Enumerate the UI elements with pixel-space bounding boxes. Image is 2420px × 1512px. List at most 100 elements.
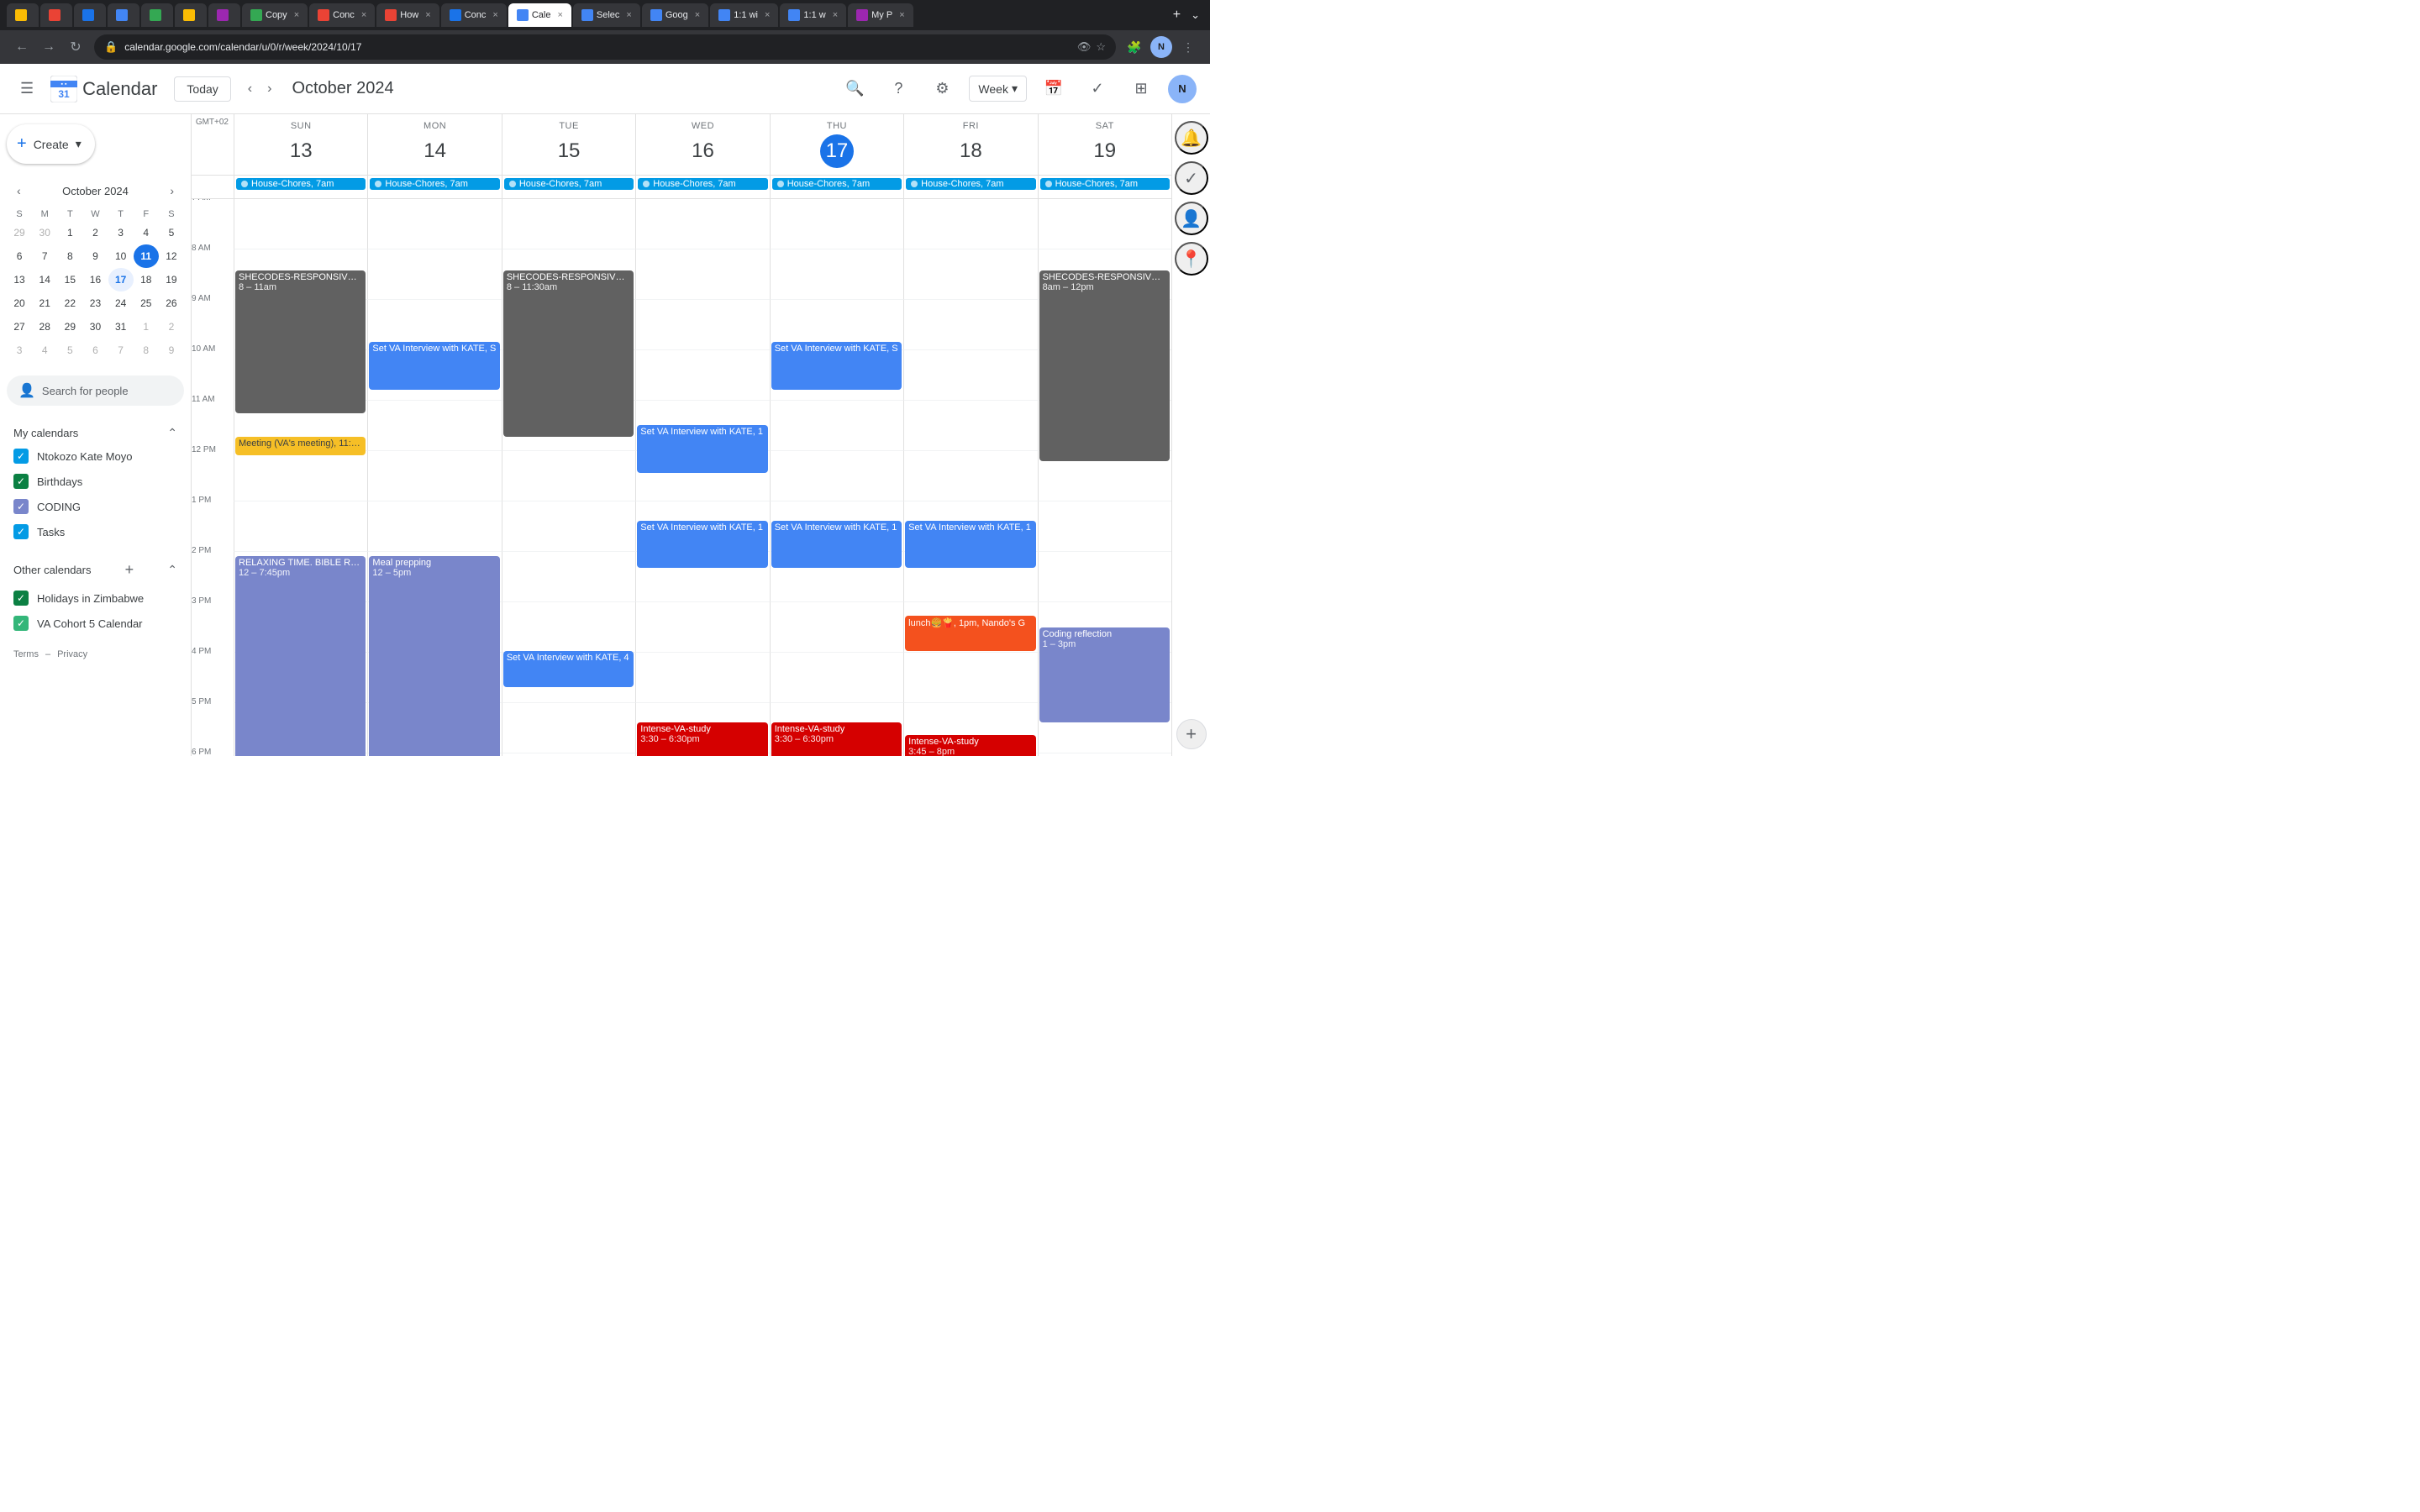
mini-cal-day[interactable]: 16 bbox=[82, 268, 108, 291]
mini-cal-day[interactable]: 1 bbox=[134, 315, 159, 339]
browser-tab-8[interactable]: Conc× bbox=[309, 3, 375, 27]
mini-cal-day[interactable]: 26 bbox=[159, 291, 184, 315]
browser-tab-15[interactable]: 1:1 w× bbox=[780, 3, 846, 27]
mini-cal-day[interactable]: 7 bbox=[32, 244, 57, 268]
browser-tab-7[interactable]: Copy× bbox=[242, 3, 308, 27]
browser-tab-6[interactable] bbox=[208, 3, 240, 27]
mini-cal-day[interactable]: 25 bbox=[134, 291, 159, 315]
day-number-0[interactable]: 13 bbox=[284, 134, 318, 168]
mini-cal-day[interactable]: 6 bbox=[7, 244, 32, 268]
mini-cal-day[interactable]: 18 bbox=[134, 268, 159, 291]
event-block-sat-1[interactable]: Coding reflection1 – 3pm bbox=[1039, 627, 1170, 722]
mini-cal-day[interactable]: 13 bbox=[7, 268, 32, 291]
event-block-thu-0[interactable]: Set VA Interview with KATE, S bbox=[771, 342, 902, 390]
search-button[interactable]: 🔍 bbox=[838, 72, 871, 106]
time-cell-5-2[interactable] bbox=[502, 451, 635, 501]
browser-tab-2[interactable] bbox=[74, 3, 106, 27]
browser-tab-13[interactable]: Goog× bbox=[642, 3, 708, 27]
search-people-bar[interactable]: 👤 Search for people bbox=[7, 375, 184, 406]
time-grid-scroll[interactable]: 7 AM8 AM9 AM10 AM11 AM12 PM1 PM2 PM3 PM4… bbox=[192, 199, 1171, 756]
event-block-wed-1[interactable]: Set VA Interview with KATE, 1 bbox=[637, 521, 767, 569]
event-block-mon-1[interactable]: Meal prepping12 – 5pm bbox=[369, 556, 499, 756]
allday-event-thu-0[interactable]: House-Chores, 7am bbox=[772, 178, 902, 190]
mini-cal-day[interactable]: 9 bbox=[159, 339, 184, 362]
time-cell-8-3[interactable] bbox=[635, 602, 769, 653]
time-cell-6-2[interactable] bbox=[502, 501, 635, 552]
time-cell-5-4[interactable] bbox=[770, 451, 903, 501]
event-block-thu-1[interactable]: Set VA Interview with KATE, 1 bbox=[771, 521, 902, 569]
time-cell-0-5[interactable] bbox=[903, 199, 1037, 249]
today-button[interactable]: Today bbox=[174, 76, 230, 102]
mini-cal-day[interactable]: 24 bbox=[108, 291, 134, 315]
tab-close-11[interactable]: × bbox=[557, 10, 562, 20]
mini-cal-day[interactable]: 27 bbox=[7, 315, 32, 339]
other-calendar-item-0[interactable]: ✓Holidays in Zimbabwe bbox=[7, 585, 184, 611]
mini-cal-day[interactable]: 14 bbox=[32, 268, 57, 291]
browser-tab-12[interactable]: Selec× bbox=[573, 3, 640, 27]
allday-event-sun-0[interactable]: House-Chores, 7am bbox=[236, 178, 366, 190]
time-cell-1-3[interactable] bbox=[635, 249, 769, 300]
time-cell-8-4[interactable] bbox=[770, 602, 903, 653]
tab-close-9[interactable]: × bbox=[425, 10, 430, 20]
time-cell-1-1[interactable] bbox=[367, 249, 501, 300]
extensions-icon[interactable]: 🧩 bbox=[1123, 35, 1146, 59]
meeting-event[interactable]: Meeting (VA's meeting), 11:30am bbox=[235, 437, 366, 455]
time-cell-6-0[interactable] bbox=[234, 501, 367, 552]
my-calendar-item-2[interactable]: ✓CODING bbox=[7, 494, 184, 519]
browser-tab-1[interactable] bbox=[40, 3, 72, 27]
forward-button[interactable]: → bbox=[37, 35, 60, 59]
event-block-wed-3[interactable]: Intense-VA-study3:30 – 6:30pm bbox=[637, 722, 767, 756]
allday-event-fri-0[interactable]: House-Chores, 7am bbox=[906, 178, 1035, 190]
time-cell-9-3[interactable] bbox=[635, 653, 769, 703]
mini-cal-day[interactable]: 17 bbox=[108, 268, 134, 291]
more-tabs-button[interactable]: ⌄ bbox=[1187, 5, 1203, 25]
right-panel-maps-icon[interactable]: 📍 bbox=[1175, 242, 1208, 276]
time-cell-4-4[interactable] bbox=[770, 401, 903, 451]
time-cell-10-2[interactable] bbox=[502, 703, 635, 753]
time-cell-6-1[interactable] bbox=[367, 501, 501, 552]
event-block-tue-1[interactable]: Set VA Interview with KATE, 4 bbox=[503, 651, 634, 687]
mini-cal-prev-button[interactable]: ‹ bbox=[13, 181, 24, 201]
time-cell-3-3[interactable] bbox=[635, 350, 769, 401]
time-cell-7-2[interactable] bbox=[502, 552, 635, 602]
day-number-2[interactable]: 15 bbox=[552, 134, 586, 168]
mini-cal-day[interactable]: 6 bbox=[82, 339, 108, 362]
event-block-thu-2[interactable]: Intense-VA-study3:30 – 6:30pm bbox=[771, 722, 902, 756]
browser-tab-9[interactable]: How× bbox=[376, 3, 439, 27]
collapse-other-calendars-button[interactable]: ⌃ bbox=[167, 563, 177, 577]
mini-cal-day[interactable]: 5 bbox=[159, 221, 184, 244]
mini-cal-day[interactable]: 5 bbox=[57, 339, 82, 362]
event-block-sun-0[interactable]: SHECODES-RESPONSIVE-WEEK-28 – 11am bbox=[235, 270, 366, 413]
mini-cal-day[interactable]: 23 bbox=[82, 291, 108, 315]
time-cell-11-6[interactable] bbox=[1038, 753, 1171, 756]
time-cell-4-5[interactable] bbox=[903, 401, 1037, 451]
mini-cal-day[interactable]: 9 bbox=[82, 244, 108, 268]
my-calendar-item-3[interactable]: ✓Tasks bbox=[7, 519, 184, 544]
next-period-button[interactable]: › bbox=[260, 75, 278, 103]
collapse-my-calendars-button[interactable]: ⌃ bbox=[167, 426, 177, 440]
other-calendars-title[interactable]: Other calendars bbox=[13, 564, 92, 576]
right-panel-tasks-icon[interactable]: ✓ bbox=[1175, 161, 1208, 195]
mini-cal-day[interactable]: 8 bbox=[57, 244, 82, 268]
event-block-tue-0[interactable]: SHECODES-RESPONSIVE-WEEK-28 – 11:30am bbox=[503, 270, 634, 437]
view-select[interactable]: Week ▾ bbox=[969, 76, 1027, 102]
right-panel-add-icon[interactable]: + bbox=[1176, 719, 1207, 749]
mini-cal-day[interactable]: 11 bbox=[134, 244, 159, 268]
reload-button[interactable]: ↻ bbox=[64, 35, 87, 59]
tab-close-14[interactable]: × bbox=[765, 10, 770, 20]
tab-close-7[interactable]: × bbox=[294, 10, 299, 20]
mini-cal-day[interactable]: 4 bbox=[134, 221, 159, 244]
time-cell-0-0[interactable] bbox=[234, 199, 367, 249]
tab-close-15[interactable]: × bbox=[833, 10, 838, 20]
browser-tab-3[interactable] bbox=[108, 3, 139, 27]
right-panel-reminder-icon[interactable]: 🔔 bbox=[1175, 121, 1208, 155]
tab-close-16[interactable]: × bbox=[899, 10, 904, 20]
browser-tab-16[interactable]: My P× bbox=[848, 3, 913, 27]
event-block-fri-1[interactable]: lunch🍔🍟, 1pm, Nando's G bbox=[905, 616, 1035, 652]
mini-cal-day[interactable]: 29 bbox=[7, 221, 32, 244]
help-button[interactable]: ? bbox=[881, 72, 915, 106]
browser-tab-4[interactable] bbox=[141, 3, 173, 27]
my-calendar-item-1[interactable]: ✓Birthdays bbox=[7, 469, 184, 494]
mini-cal-day[interactable]: 15 bbox=[57, 268, 82, 291]
time-cell-6-6[interactable] bbox=[1038, 501, 1171, 552]
